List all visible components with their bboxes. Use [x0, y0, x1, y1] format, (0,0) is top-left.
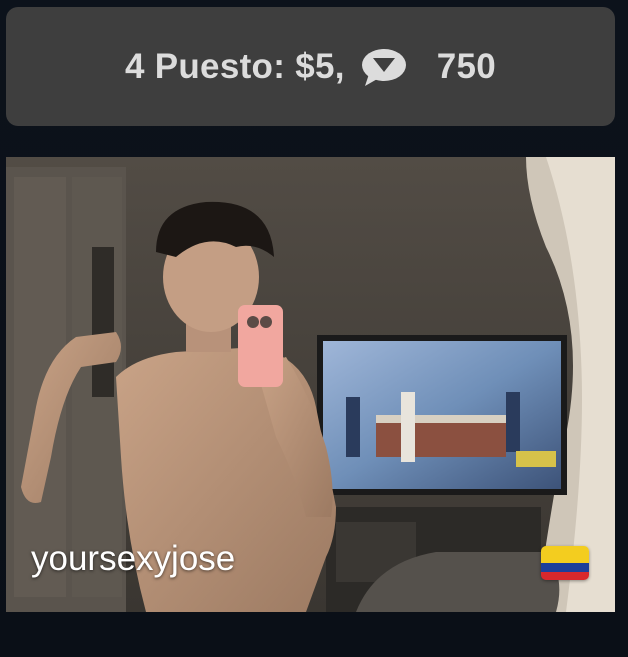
- username[interactable]: yoursexyjose: [31, 539, 235, 579]
- speech-bubble-icon: [359, 46, 409, 88]
- profile-card[interactable]: yoursexyjose: [6, 157, 615, 612]
- flag-stripe-yellow: [541, 546, 589, 563]
- flag-stripe-red: [541, 571, 589, 580]
- colombia-flag-icon: [541, 546, 589, 580]
- rank-text: 4 Puesto: $5,: [124, 46, 345, 86]
- rank-banner: 4 Puesto: $5, 750: [6, 7, 615, 126]
- comment-count: 750: [436, 46, 497, 86]
- flag-stripe-blue: [541, 563, 589, 572]
- page: 4 Puesto: $5, 750 yoursexyjose: [0, 0, 628, 657]
